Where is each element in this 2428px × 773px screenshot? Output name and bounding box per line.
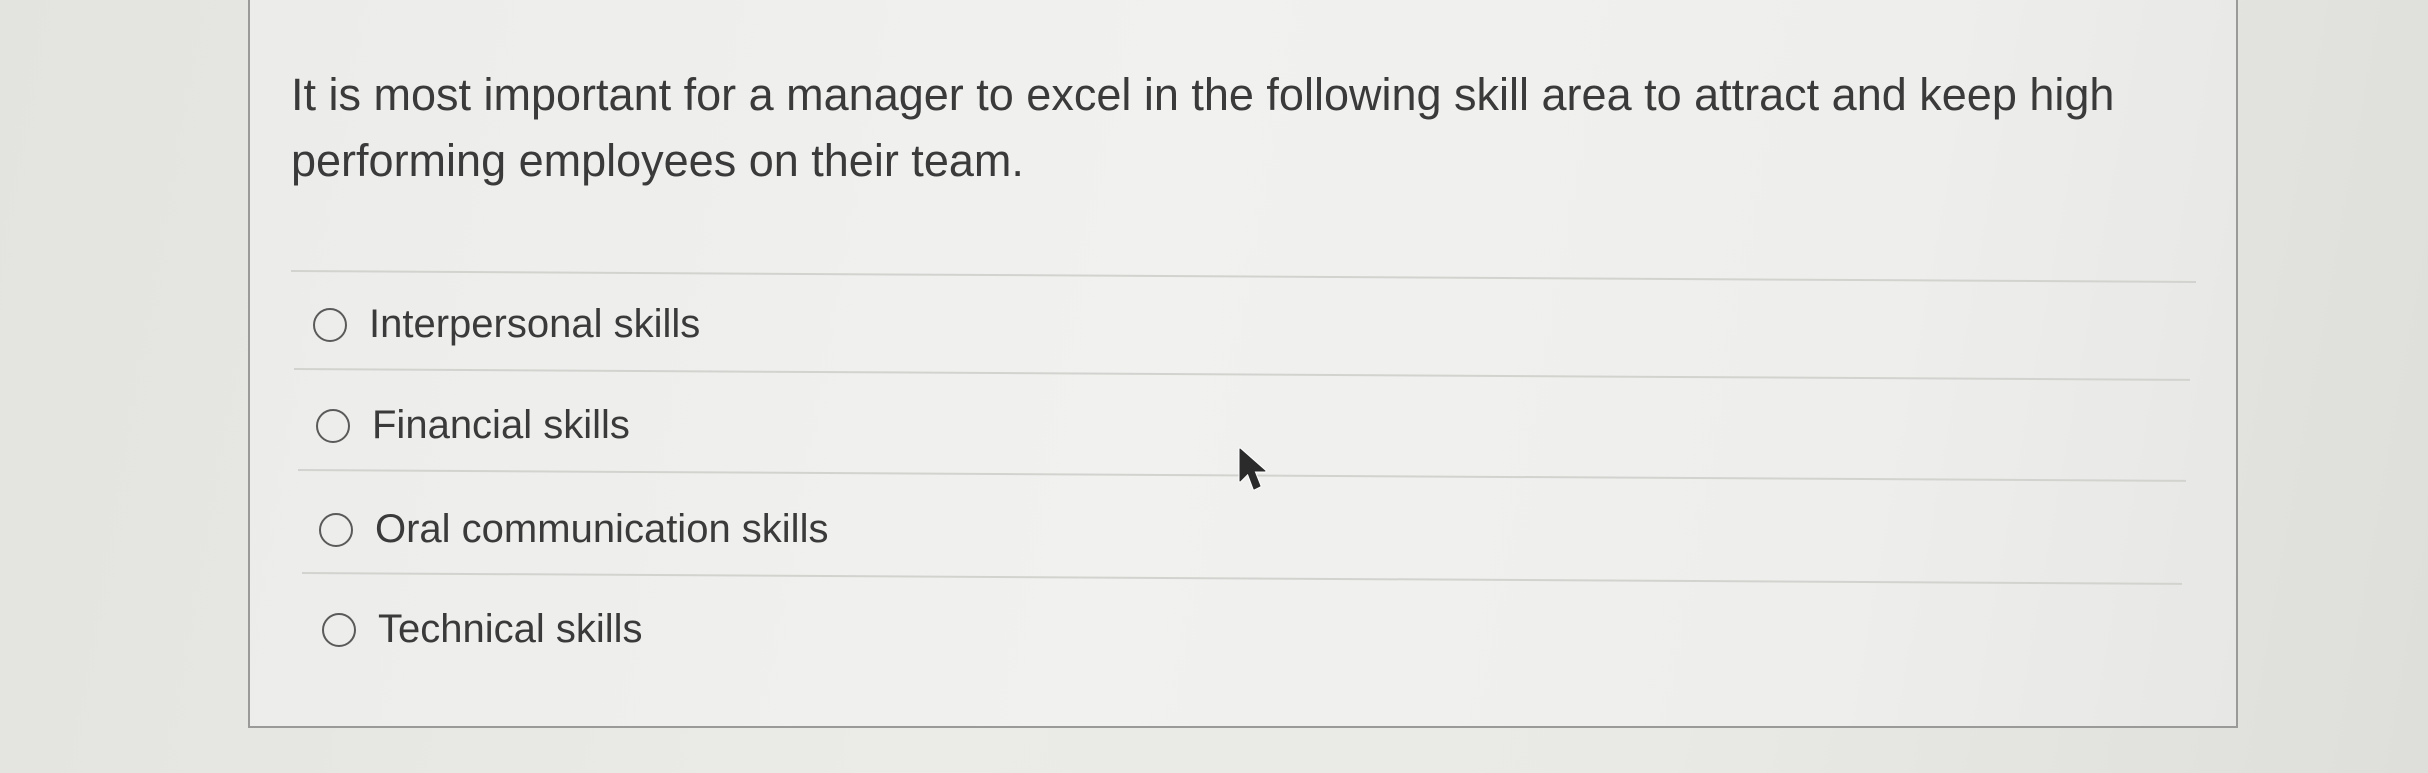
option-oral-communication-skills[interactable]: Oral communication skills (319, 507, 828, 552)
option-financial-skills[interactable]: Financial skills (316, 403, 630, 448)
option-label: Oral communication skills (375, 507, 829, 551)
radio-button-icon[interactable] (319, 512, 353, 547)
radio-button-icon[interactable] (313, 307, 347, 342)
option-label: Financial skills (372, 403, 630, 447)
radio-button-icon[interactable] (322, 612, 356, 647)
option-technical-skills[interactable]: Technical skills (322, 607, 643, 652)
radio-button-icon[interactable] (316, 408, 350, 443)
question-text: It is most important for a manager to ex… (291, 69, 2115, 186)
option-interpersonal-skills[interactable]: Interpersonal skills (313, 302, 700, 347)
mouse-pointer-icon (1238, 447, 1267, 491)
option-label: Technical skills (378, 607, 643, 651)
option-label: Interpersonal skills (369, 302, 701, 346)
